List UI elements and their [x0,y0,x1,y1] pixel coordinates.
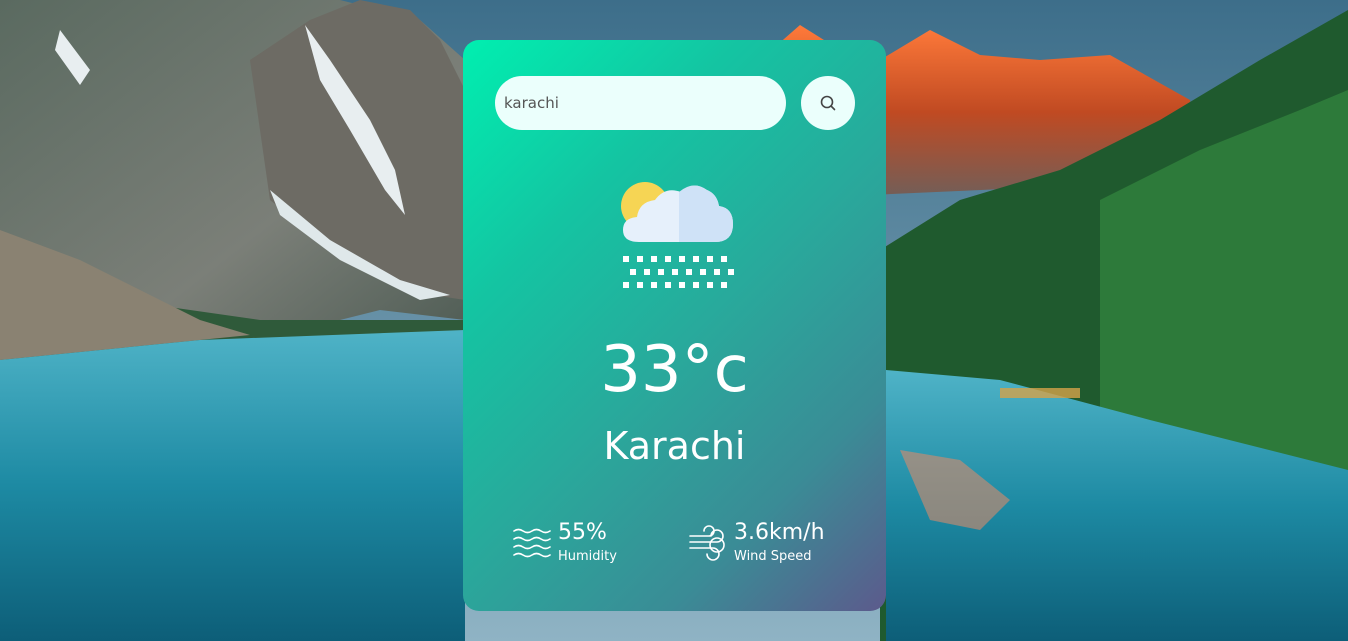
humidity-detail: 55% Humidity [511,518,617,566]
humidity-value: 55% [558,520,607,545]
wind-detail: 3.6km/h Wind Speed [687,518,825,566]
search-button[interactable] [801,76,855,130]
search-icon [820,95,836,111]
humidity-waves-icon [513,528,551,558]
temperature-value: 33°c [600,333,749,407]
wind-speed-label: Wind Speed [734,549,812,564]
city-name: Karachi [603,424,746,468]
humidity-label: Humidity [558,549,617,564]
search-input[interactable] [495,76,786,130]
weather-card: 33°c Karachi 55% Humidity 3.6km/h [463,40,886,611]
wind-icon [689,525,725,561]
snow-cloud-sun-icon [621,182,734,288]
wind-speed-value: 3.6km/h [734,520,825,545]
